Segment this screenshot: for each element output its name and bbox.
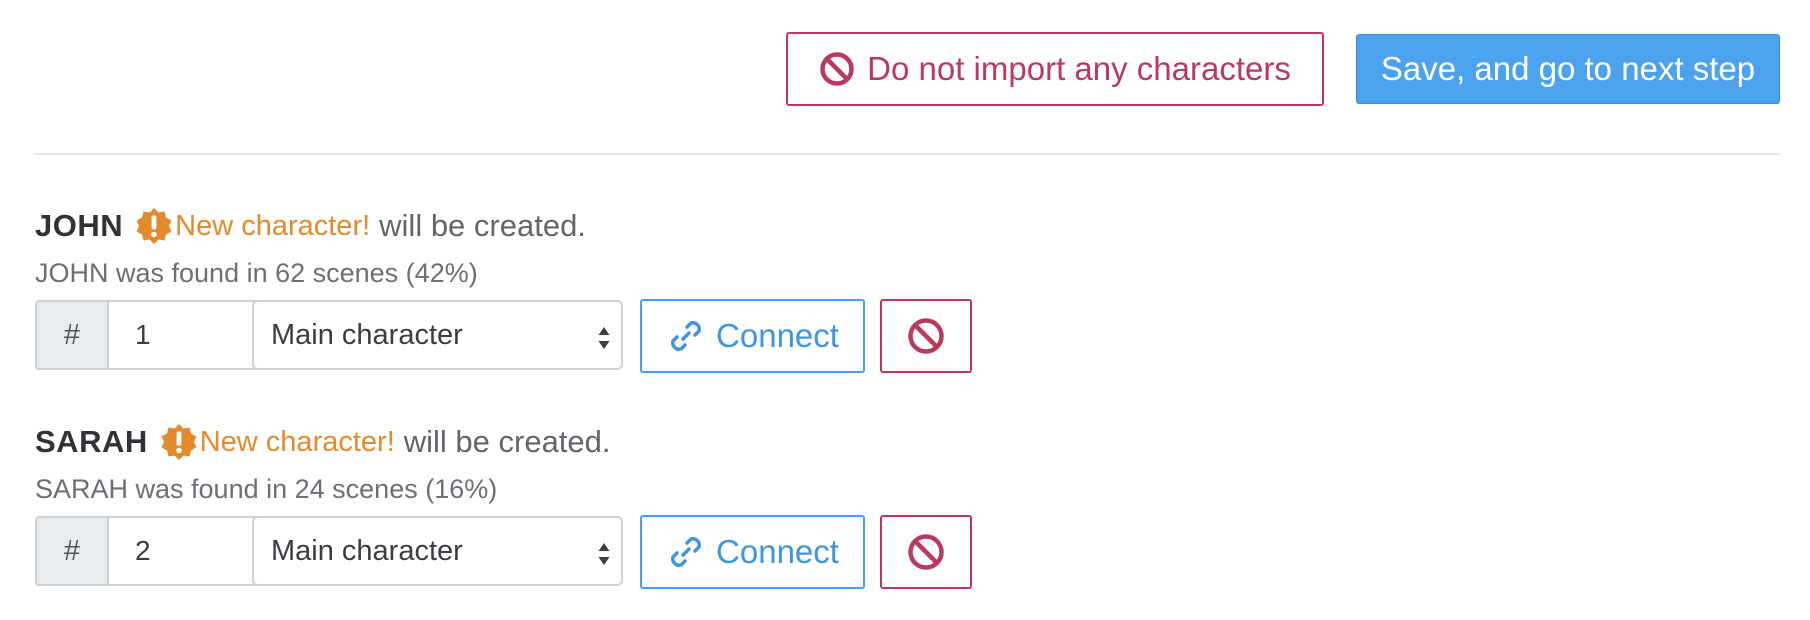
character-controls: # Main character Connect: [35, 515, 1035, 590]
new-character-label: New character!: [199, 425, 395, 458]
connect-label: Connect: [716, 533, 839, 570]
link-icon: [671, 321, 702, 351]
skip-characters-label: Do not import any characters: [867, 50, 1291, 87]
select-arrows-icon: [598, 543, 610, 565]
connect-button[interactable]: Connect: [640, 299, 865, 373]
scenes-found-text: SARAH was found in 24 scenes (16%): [35, 473, 498, 504]
character-header: SARAH New character! will be created.: [35, 422, 1035, 462]
ban-icon: [820, 52, 854, 86]
character-number-input[interactable]: [107, 300, 271, 370]
remove-character-button[interactable]: [880, 515, 972, 589]
skip-characters-button[interactable]: Do not import any characters: [786, 32, 1324, 106]
connect-button[interactable]: Connect: [640, 515, 865, 589]
character-import-page: Do not import any characters Save, and g…: [0, 0, 1810, 620]
character-name: SARAH: [35, 424, 148, 459]
character-header: JOHN New character! will be created.: [35, 206, 1035, 246]
remove-character-button[interactable]: [880, 299, 972, 373]
role-select-value: Main character: [271, 318, 463, 351]
save-next-step-label: Save, and go to next step: [1380, 50, 1756, 87]
character-role-select[interactable]: Main character: [252, 300, 623, 370]
scenes-found-text: JOHN was found in 62 scenes (42%): [35, 257, 478, 288]
exclamation-badge-icon: [136, 208, 172, 244]
ban-icon: [908, 534, 944, 570]
new-character-label: New character!: [175, 209, 371, 242]
character-name: JOHN: [35, 208, 124, 243]
character-controls: # Main character Connect: [35, 299, 1035, 374]
exclamation-badge-icon: [161, 424, 197, 460]
number-prefix: #: [35, 300, 107, 370]
character-item-john: JOHN New character! will be created. JOH…: [35, 206, 1035, 374]
select-arrows-icon: [598, 327, 610, 349]
number-prefix: #: [35, 516, 107, 586]
character-role-select[interactable]: Main character: [252, 516, 623, 586]
ban-icon: [908, 318, 944, 354]
divider: [35, 153, 1780, 155]
save-next-step-button[interactable]: Save, and go to next step: [1356, 34, 1780, 104]
link-icon: [671, 537, 702, 567]
character-item-sarah: SARAH New character! will be created. SA…: [35, 422, 1035, 590]
will-be-created-text: will be created.: [379, 208, 586, 243]
role-select-value: Main character: [271, 534, 463, 567]
will-be-created-text: will be created.: [403, 424, 611, 459]
connect-label: Connect: [716, 317, 839, 354]
character-number-input[interactable]: [107, 516, 271, 586]
